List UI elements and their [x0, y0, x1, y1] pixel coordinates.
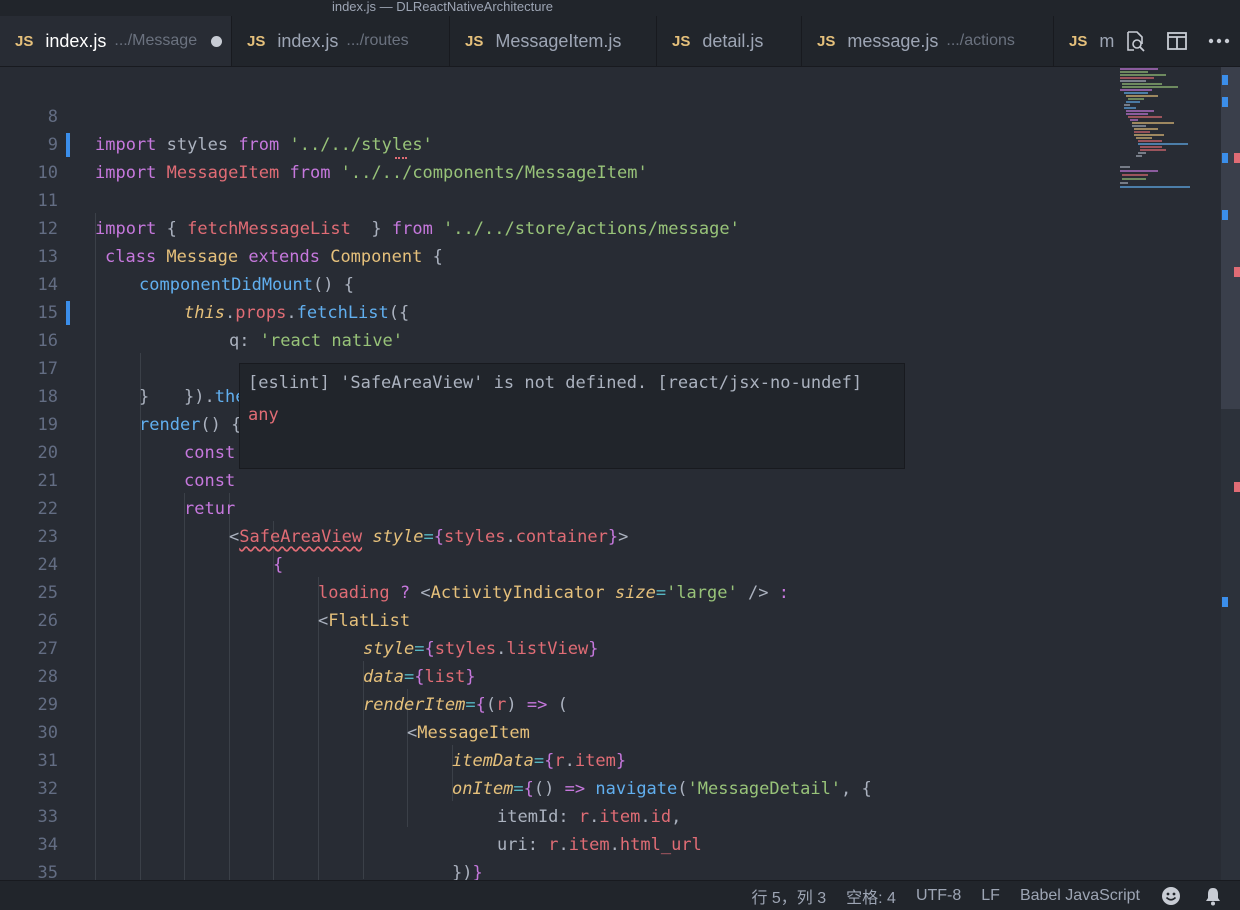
- title-bar: index.js — DLReactNativeArchitecture: [0, 0, 1240, 16]
- code-line: 16 }).then(): [0, 299, 1118, 407]
- tab-index-message[interactable]: JS index.js .../Message: [0, 16, 232, 66]
- file-encoding[interactable]: UTF-8: [916, 887, 961, 905]
- code-line: 36 )}: [0, 859, 1118, 880]
- editor-actions: [1114, 16, 1240, 66]
- scroll-marker-error: [1234, 153, 1240, 163]
- lint-warning-marker: [395, 153, 407, 159]
- code-line: 11: [0, 159, 1118, 211]
- tab-index-routes[interactable]: JS index.js .../routes: [232, 16, 450, 66]
- tab-m[interactable]: JS m: [1054, 16, 1120, 66]
- tab-path: .../routes: [346, 32, 409, 49]
- code-line: 30 itemData={r.item}: [0, 691, 1118, 771]
- code-line: 27 data={list}: [0, 607, 1118, 687]
- line-ending[interactable]: LF: [981, 887, 1000, 905]
- scroll-marker-modified: [1222, 210, 1228, 220]
- code-line: 26 style={styles.listView}: [0, 579, 1118, 659]
- tab-bar: JS index.js .../Message JS index.js .../…: [0, 16, 1240, 67]
- lint-hover-tooltip: [eslint] 'SafeAreaView' is not defined. …: [239, 363, 905, 469]
- tab-label: m: [1099, 30, 1115, 51]
- code-line: 14 this.props.fetchList({: [0, 243, 1118, 323]
- tab-detail[interactable]: JS detail.js: [657, 16, 802, 66]
- language-mode[interactable]: Babel JavaScript: [1020, 887, 1140, 905]
- scroll-marker-modified: [1222, 75, 1228, 85]
- code-line: 22 <SafeAreaView style={styles.container…: [0, 467, 1118, 547]
- tab-path: .../actions: [946, 32, 1015, 49]
- split-editor-icon[interactable]: [1165, 29, 1189, 53]
- code-line: 8 import styles from '../../styles': [0, 75, 1118, 155]
- js-file-icon: JS: [1069, 32, 1088, 50]
- code-line: 28 renderItem={(r) => (: [0, 635, 1118, 715]
- code-line: 33 uri: r.item.html_url: [0, 775, 1118, 855]
- window-title: index.js — DLReactNativeArchitecture: [331, 0, 554, 14]
- js-file-icon: JS: [465, 32, 484, 50]
- modified-line-marker: [66, 133, 70, 157]
- tab-messageitem[interactable]: JS MessageItem.js: [450, 16, 657, 66]
- tab-message-actions[interactable]: JS message.js .../actions: [802, 16, 1054, 66]
- more-icon[interactable]: [1207, 29, 1231, 53]
- cursor-position[interactable]: 行 5，列 3: [751, 884, 826, 908]
- tooltip-message: [eslint] 'SafeAreaView' is not defined. …: [248, 373, 863, 393]
- code-line: 23 {: [0, 495, 1118, 575]
- js-file-icon: JS: [15, 32, 34, 50]
- indentation[interactable]: 空格: 4: [846, 884, 896, 908]
- code-line: 15 q: 'react native': [0, 271, 1118, 351]
- tooltip-type: any: [248, 405, 279, 425]
- code-line: 29 <MessageItem: [0, 663, 1118, 743]
- tab-label: index.js: [45, 30, 107, 51]
- code-line: 24 loading ? <ActivityIndicator size='la…: [0, 523, 1118, 603]
- code-line: 25 <FlatList: [0, 551, 1118, 631]
- scroll-marker-modified: [1222, 597, 1228, 607]
- find-in-files-icon[interactable]: [1123, 29, 1147, 53]
- js-file-icon: JS: [247, 32, 266, 50]
- code-editor[interactable]: 8 import styles from '../../styles' 9 im…: [0, 67, 1240, 880]
- code-line: 13 componentDidMount() {: [0, 215, 1118, 295]
- status-bar: 行 5，列 3 空格: 4 UTF-8 LF Babel JavaScript: [0, 880, 1240, 910]
- scroll-marker-modified: [1222, 153, 1228, 163]
- minimap[interactable]: [1118, 67, 1218, 197]
- scroll-marker-error: [1234, 482, 1240, 492]
- code-line: 12 class Message extends Component {: [0, 187, 1118, 267]
- tab-label: index.js: [277, 30, 339, 51]
- feedback-smiley-icon[interactable]: [1160, 885, 1182, 907]
- code-line: 32 itemId: r.item.id,: [0, 747, 1118, 827]
- scroll-marker-error: [1234, 267, 1240, 277]
- modified-line-marker: [66, 301, 70, 325]
- code-line: 34 })}: [0, 803, 1118, 880]
- code-line: 35 />: [0, 831, 1118, 880]
- tab-label: message.js: [847, 30, 939, 51]
- scroll-marker-modified: [1222, 97, 1228, 107]
- js-file-icon: JS: [672, 32, 691, 50]
- vertical-scrollbar[interactable]: [1221, 67, 1240, 880]
- tab-path: .../Message: [114, 32, 198, 49]
- tab-label: detail.js: [702, 30, 764, 51]
- modified-dot-icon[interactable]: [211, 35, 223, 47]
- scrollbar-thumb[interactable]: [1221, 67, 1240, 409]
- notification-bell-icon[interactable]: [1202, 885, 1224, 907]
- code-line: 10 import { fetchMessageList } from '../…: [0, 131, 1118, 239]
- tab-label: MessageItem.js: [495, 30, 622, 51]
- code-line: 9 import MessageItem from '../../compone…: [0, 103, 1118, 183]
- code-line: 17 }: [0, 327, 1118, 407]
- code-line: 31 onItem={() => navigate('MessageDetail…: [0, 719, 1118, 799]
- js-file-icon: JS: [817, 32, 836, 50]
